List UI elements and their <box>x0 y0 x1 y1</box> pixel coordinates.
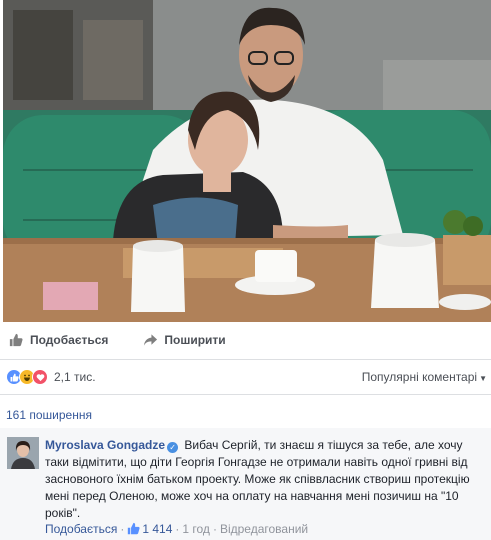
divider <box>0 394 491 395</box>
post-photo[interactable] <box>3 0 491 322</box>
comment-author[interactable]: Myroslava Gongadze <box>45 438 165 452</box>
shares-count-link[interactable]: 161 поширення <box>6 408 92 422</box>
comment-item: Myroslava Gongadze ✓ Вибач Сергій, ти зна… <box>0 428 491 540</box>
reaction-count[interactable]: 2,1 тис. <box>54 370 96 384</box>
comment-timestamp[interactable]: 1 год <box>182 522 210 536</box>
like-button[interactable]: Подобається <box>8 332 108 348</box>
post-actions-bar: Подобається Поширити <box>0 322 491 358</box>
comment-meta: Подобається · 1 414 · 1 год · Відредагований <box>45 522 309 536</box>
reactions-row: 2,1 тис. Популярні коментарі ▼ <box>0 360 491 394</box>
comment-sort-dropdown[interactable]: Популярні коментарі ▼ <box>362 370 487 384</box>
comment-like-link[interactable]: Подобається <box>45 522 117 536</box>
comment-body: Myroslava Gongadze ✓ Вибач Сергій, ти зна… <box>45 437 485 522</box>
comment-edited-label[interactable]: Відредагований <box>220 522 308 536</box>
share-button-label: Поширити <box>164 333 226 347</box>
share-arrow-icon <box>142 332 158 348</box>
love-icon <box>32 369 48 385</box>
caret-down-icon: ▼ <box>479 374 487 383</box>
share-button[interactable]: Поширити <box>142 332 226 348</box>
comment-likes-count[interactable]: 1 414 <box>142 522 172 536</box>
like-button-label: Подобається <box>30 333 109 347</box>
comment-sort-label: Популярні коментарі <box>361 370 478 384</box>
avatar[interactable] <box>7 437 39 469</box>
reaction-icons[interactable] <box>6 369 48 385</box>
verified-badge-icon: ✓ <box>167 442 179 453</box>
thumbs-up-icon <box>8 332 24 348</box>
like-icon <box>127 522 140 535</box>
photo-illustration <box>3 0 491 322</box>
